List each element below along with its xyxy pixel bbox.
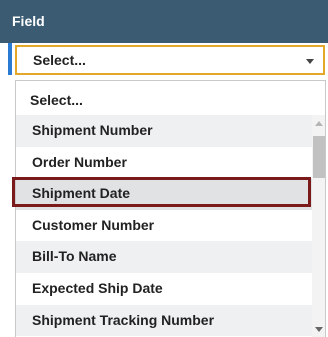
list-scrollbar[interactable] <box>312 115 325 337</box>
option-shipment-date[interactable]: Shipment Date <box>16 178 312 210</box>
scroll-thumb[interactable] <box>313 136 325 178</box>
option-order-number[interactable]: Order Number <box>16 146 312 179</box>
chevron-down-icon[interactable] <box>306 59 314 64</box>
option-bill-to-name[interactable]: Bill-To Name <box>16 241 312 273</box>
field-label: Field <box>12 13 45 29</box>
scroll-down-arrow-icon[interactable] <box>315 327 323 332</box>
option-customer-number[interactable]: Customer Number <box>16 209 312 242</box>
option-shipment-tracking-number[interactable]: Shipment Tracking Number <box>16 304 312 337</box>
field-select[interactable]: Select... <box>15 45 325 75</box>
scroll-up-arrow-icon[interactable] <box>315 121 323 126</box>
option-label: Select... <box>30 92 83 108</box>
dropdown-list: Select... Shipment Number Order Number S… <box>15 80 326 337</box>
option-select-placeholder[interactable]: Select... <box>16 87 312 113</box>
option-expected-ship-date[interactable]: Expected Ship Date <box>16 272 312 305</box>
field-select-value: Select... <box>33 52 86 68</box>
option-rows: Shipment Number Order Number Shipment Da… <box>16 115 312 337</box>
option-shipment-number[interactable]: Shipment Number <box>16 115 312 147</box>
focus-accent-bar <box>8 43 12 75</box>
field-header: Field <box>0 0 328 43</box>
